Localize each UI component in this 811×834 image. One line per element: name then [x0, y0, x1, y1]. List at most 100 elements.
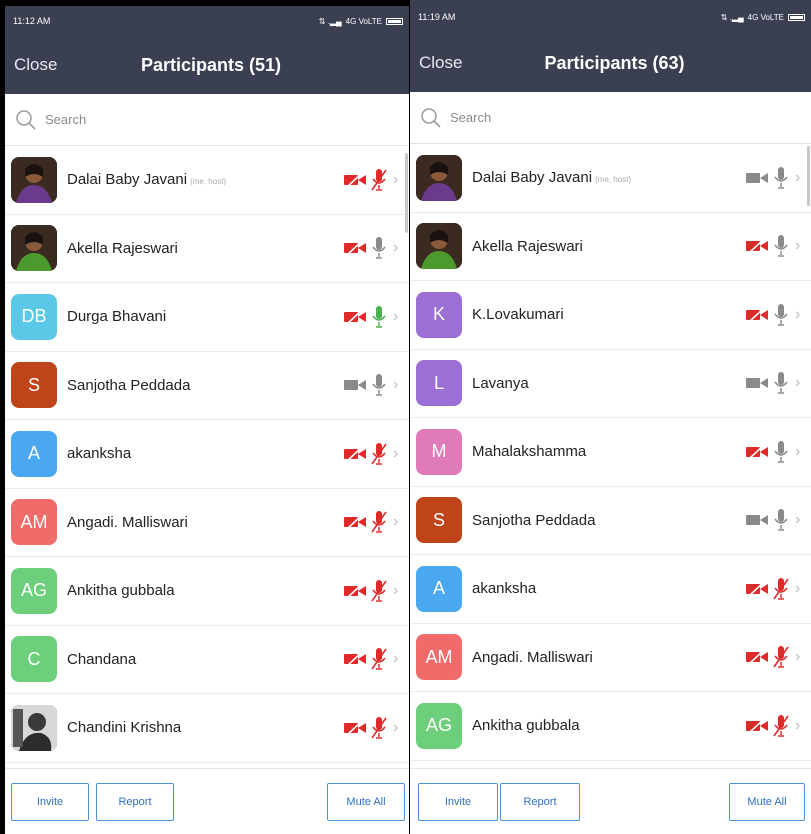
participant-name-text: Sanjotha Peddada [67, 376, 191, 394]
participant-row[interactable]: M Mahalakshamma › [410, 418, 811, 487]
host-tag: (me, host) [595, 175, 632, 185]
participant-name-text: Angadi. Malliswari [472, 648, 593, 666]
video-icon [343, 377, 367, 393]
chevron-right-icon: › [795, 237, 801, 255]
report-button[interactable]: Report [96, 782, 174, 821]
participant-row[interactable]: AG Ankitha gubbala › [410, 692, 811, 761]
header: Close Participants (51) [5, 36, 409, 94]
participant-row[interactable]: Dalai Baby Javani (me, host) › [410, 144, 811, 213]
video-off-icon [745, 718, 769, 734]
participant-row[interactable]: Chandini Krishna › [5, 694, 409, 763]
mic-muted-icon [371, 579, 387, 603]
participant-name: Durga Bhavani [67, 308, 343, 325]
avatar [11, 225, 57, 272]
chevron-right-icon: › [393, 376, 399, 394]
participant-row[interactable]: AM Angadi. Malliswari › [410, 624, 811, 692]
battery-icon [386, 17, 403, 25]
participant-row[interactable]: L Lavanya › [410, 350, 811, 418]
mic-muted-icon [371, 510, 387, 534]
mic-icon [371, 373, 387, 397]
page-title: Participants (63) [544, 52, 685, 73]
participant-name: akanksha [67, 445, 343, 462]
chevron-right-icon: › [393, 650, 399, 668]
participant-row[interactable]: AG Ankitha gubbala › [5, 557, 409, 626]
mic-muted-icon [371, 442, 387, 466]
mic-icon [773, 234, 789, 258]
invite-button[interactable]: Invite [418, 782, 498, 821]
participant-row[interactable]: Aakanksha › [5, 420, 409, 489]
participant-name-text: Sanjotha Peddada [472, 511, 596, 529]
video-off-icon [343, 720, 367, 736]
video-off-icon [745, 581, 769, 597]
video-off-icon [343, 240, 367, 256]
participant-name-text: Akella Rajeswari [472, 237, 583, 255]
chevron-right-icon: › [393, 718, 399, 736]
participant-name: Sanjotha Peddada [472, 512, 745, 529]
participant-name-text: Dalai Baby Javani [67, 171, 188, 189]
participants-screen-1: 11:12 AM ⇅ .▂▄ 4G VoLTE Close Participan… [5, 6, 409, 834]
participant-name-text: Dalai Baby Javani [472, 169, 593, 187]
host-tag: (me, host) [190, 177, 227, 187]
participant-name: Ankitha gubbala [67, 582, 343, 599]
mic-icon [773, 166, 789, 190]
avatar: AG [11, 567, 57, 614]
mute-all-button[interactable]: Mute All [327, 782, 405, 821]
participant-name: Angadi. Malliswari [472, 649, 745, 666]
avatar: C [11, 636, 57, 683]
mic-muted-icon [371, 168, 387, 192]
mic-icon [773, 303, 789, 327]
footer-toolbar: Invite Report Mute All [410, 768, 811, 834]
video-off-icon [343, 651, 367, 667]
avatar [416, 154, 462, 201]
avatar: A [11, 430, 57, 477]
video-icon [745, 375, 769, 391]
avatar: L [416, 360, 462, 407]
participant-name: Akella Rajeswari [472, 238, 745, 255]
close-button[interactable]: Close [14, 55, 57, 75]
avatar: M [416, 428, 462, 475]
battery-icon [788, 13, 805, 21]
avatar [11, 156, 57, 203]
avatar [11, 704, 57, 751]
participant-row[interactable]: C Chandana › [5, 626, 409, 694]
mic-muted-icon [773, 577, 789, 601]
mic-icon [773, 440, 789, 464]
participant-row[interactable]: Dalai Baby Javani (me, host) › [5, 146, 409, 215]
participant-name: K.Lovakumari [472, 306, 745, 323]
participant-name-text: Akella Rajeswari [67, 239, 178, 257]
participant-name-text: akanksha [472, 580, 537, 598]
mic-icon [773, 371, 789, 395]
participant-row[interactable]: AM Angadi. Malliswari › [5, 489, 409, 557]
close-button[interactable]: Close [419, 53, 462, 73]
participant-row[interactable]: Akella Rajeswari › [410, 213, 811, 281]
footer-toolbar: Invite Report Mute All [5, 768, 409, 834]
mute-all-button[interactable]: Mute All [729, 782, 805, 821]
avatar: DB [11, 293, 57, 340]
participant-row[interactable]: Aakanksha › [410, 555, 811, 624]
search-input[interactable] [450, 110, 750, 125]
participant-name-text: Chandana [67, 650, 137, 668]
participant-name: Dalai Baby Javani (me, host) [67, 171, 343, 188]
participant-row[interactable]: S Sanjotha Peddada › [5, 352, 409, 420]
participant-name-text: Chandini Krishna [67, 719, 182, 737]
report-button[interactable]: Report [500, 782, 580, 821]
search-input[interactable] [45, 112, 345, 127]
search-bar [5, 94, 409, 146]
chevron-right-icon: › [795, 374, 801, 392]
participant-row[interactable]: S Sanjotha Peddada › [410, 487, 811, 555]
participant-row[interactable]: K K.Lovakumari › [410, 281, 811, 350]
invite-button[interactable]: Invite [11, 782, 89, 821]
video-icon [745, 170, 769, 186]
participant-row[interactable]: Akella Rajeswari › [5, 215, 409, 283]
search-bar [410, 92, 811, 144]
participant-name-text: Ankitha gubbala [67, 582, 175, 600]
scrollbar[interactable] [405, 153, 408, 233]
chevron-right-icon: › [393, 239, 399, 257]
avatar: S [416, 497, 462, 544]
video-off-icon [745, 649, 769, 665]
scrollbar[interactable] [807, 146, 810, 206]
network-label: 4G VoLTE [747, 12, 784, 22]
mic-muted-icon [773, 714, 789, 738]
participant-row[interactable]: DB Durga Bhavani › [5, 283, 409, 352]
participant-name: Chandini Krishna [67, 719, 343, 736]
